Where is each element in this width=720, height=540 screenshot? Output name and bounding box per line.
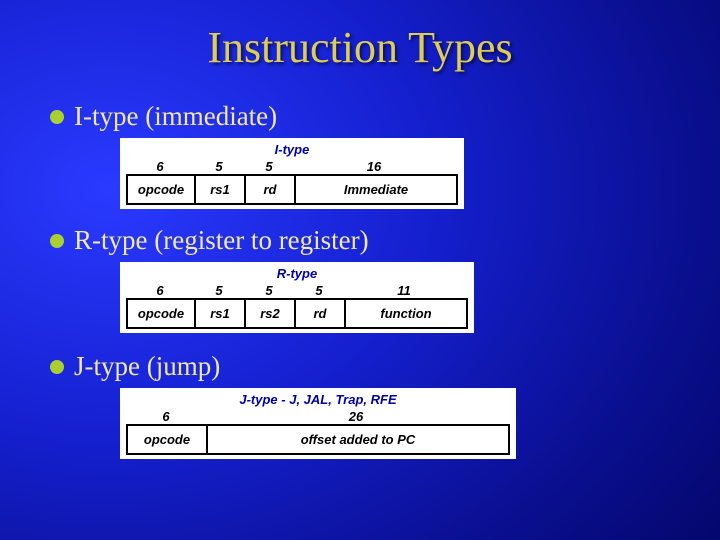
field-name: rs1 (196, 300, 246, 327)
fields-row: opcode offset added to PC (126, 424, 510, 455)
field-name: rs1 (196, 176, 246, 203)
bit-width: 5 (294, 283, 344, 298)
field-name: rd (246, 176, 296, 203)
bit-width: 11 (344, 283, 464, 298)
section-r-type: R-type (register to register) R-type 6 5… (50, 225, 680, 333)
bit-width: 6 (126, 409, 206, 424)
bullet-dot-icon (50, 360, 64, 374)
bits-row: 6 5 5 16 (126, 159, 458, 174)
field-name: opcode (128, 300, 196, 327)
bullet-r-type: R-type (register to register) (50, 225, 680, 256)
bullet-text: J-type (jump) (74, 351, 220, 382)
field-name: offset added to PC (208, 426, 508, 453)
bit-width: 6 (126, 159, 194, 174)
bit-width: 6 (126, 283, 194, 298)
bullet-dot-icon (50, 234, 64, 248)
bits-row: 6 26 (126, 409, 510, 424)
fields-row: opcode rs1 rs2 rd function (126, 298, 468, 329)
diagram-r-type: R-type 6 5 5 5 11 opcode rs1 rs2 rd func… (120, 262, 680, 333)
bullet-i-type: I-type (immediate) (50, 101, 680, 132)
field-name: function (346, 300, 466, 327)
slide-title: Instruction Types (0, 0, 720, 87)
field-name: rd (296, 300, 346, 327)
bit-width: 5 (244, 159, 294, 174)
bullet-text: I-type (immediate) (74, 101, 277, 132)
section-j-type: J-type (jump) J-type - J, JAL, Trap, RFE… (50, 351, 680, 459)
section-i-type: I-type (immediate) I-type 6 5 5 16 opcod… (50, 101, 680, 209)
bit-width: 5 (244, 283, 294, 298)
slide-content: I-type (immediate) I-type 6 5 5 16 opcod… (0, 101, 720, 459)
bullet-dot-icon (50, 110, 64, 124)
bits-row: 6 5 5 5 11 (126, 283, 468, 298)
bullet-text: R-type (register to register) (74, 225, 369, 256)
bullet-j-type: J-type (jump) (50, 351, 680, 382)
field-name: Immediate (296, 176, 456, 203)
diagram-j-type: J-type - J, JAL, Trap, RFE 6 26 opcode o… (120, 388, 680, 459)
field-name: opcode (128, 426, 208, 453)
diagram-title: I-type (126, 142, 458, 157)
bit-width: 26 (206, 409, 506, 424)
bit-width: 5 (194, 283, 244, 298)
fields-row: opcode rs1 rd Immediate (126, 174, 458, 205)
field-name: opcode (128, 176, 196, 203)
field-name: rs2 (246, 300, 296, 327)
bit-width: 16 (294, 159, 454, 174)
diagram-title: J-type - J, JAL, Trap, RFE (126, 392, 510, 407)
bit-width: 5 (194, 159, 244, 174)
diagram-i-type: I-type 6 5 5 16 opcode rs1 rd Immediate (120, 138, 680, 209)
diagram-title: R-type (126, 266, 468, 281)
